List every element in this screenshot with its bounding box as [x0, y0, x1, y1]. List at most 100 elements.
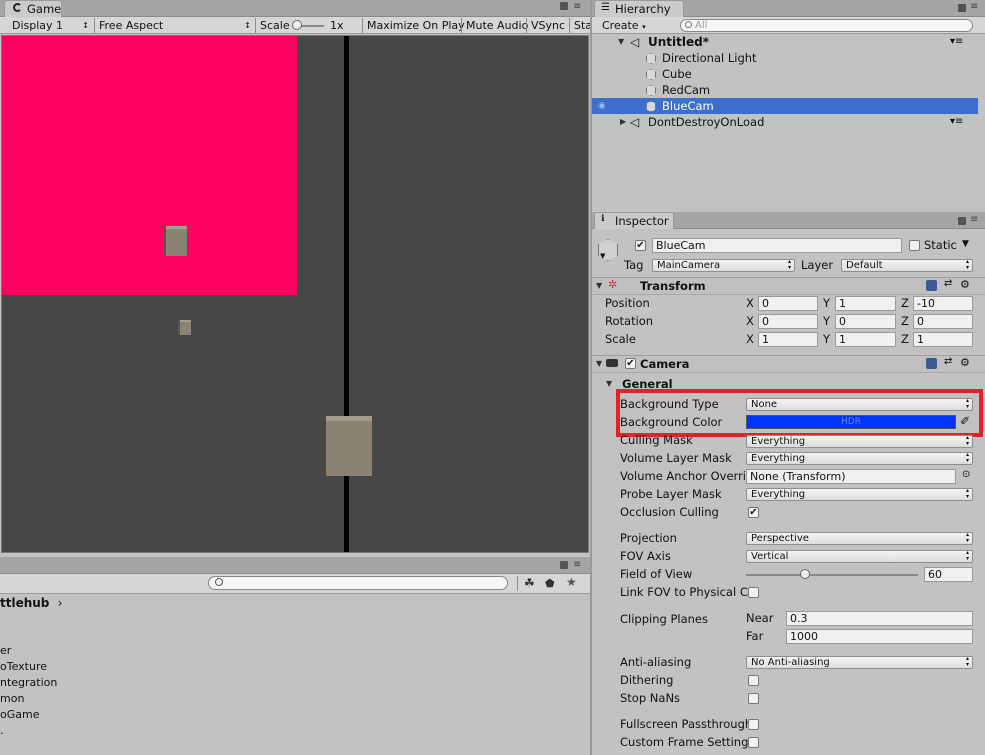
scale-x-field[interactable]: 1 [758, 332, 818, 347]
icon-dropdown-arrow[interactable]: ▼ [600, 252, 605, 260]
volume-anchor-field[interactable]: None (Transform) [746, 469, 956, 484]
tag-dropdown[interactable]: MainCamera [652, 259, 795, 272]
game-toolbar: Display 1 ↕ Free Aspect ↕ Scale 1x Maximiz… [0, 17, 590, 34]
axis-x-label: X [746, 296, 754, 310]
hierarchy-item-cube[interactable]: Cube [592, 66, 985, 82]
project-search-input[interactable] [208, 576, 508, 590]
visibility-eye-icon[interactable]: ◉ [598, 98, 606, 114]
help-icon[interactable] [926, 280, 937, 291]
fullscreen-passthrough-checkbox[interactable] [748, 719, 759, 730]
position-x-field[interactable]: 0 [758, 296, 818, 311]
volume-layer-mask-dropdown[interactable]: Everything [746, 452, 973, 465]
create-dropdown[interactable]: Create ▾ [598, 17, 646, 34]
position-z-field[interactable]: -10 [913, 296, 973, 311]
anti-aliasing-dropdown[interactable]: No Anti-aliasing [746, 656, 973, 669]
dont-destroy-menu-icon[interactable]: ▾≡ [950, 114, 963, 130]
projection-dropdown[interactable]: Perspective [746, 532, 973, 545]
dont-destroy-row[interactable]: ▶ ◁ DontDestroyOnLoad ▾≡ [592, 114, 985, 130]
mute-audio-button[interactable]: Mute Audio [462, 17, 528, 34]
fov-value-field[interactable]: 60 [924, 567, 973, 582]
tab-inspector[interactable]: ℹ Inspector [594, 212, 674, 229]
aspect-dropdown[interactable]: Free Aspect ↕ [95, 17, 255, 34]
filter-label-icon[interactable]: ⬟ [545, 577, 555, 590]
scale-slider-thumb[interactable] [292, 20, 302, 30]
tab-game[interactable]: Game [4, 0, 62, 17]
expand-arrow-icon[interactable]: ▼ [618, 34, 624, 50]
project-context-menu-icon[interactable]: ≡ [573, 559, 581, 570]
preset-icon[interactable]: ⇄ [944, 278, 952, 289]
link-fov-checkbox[interactable] [748, 587, 759, 598]
project-item[interactable]: oGame [0, 707, 39, 723]
project-item[interactable]: ntegration [0, 675, 57, 691]
stop-nans-checkbox[interactable] [748, 693, 759, 704]
axis-y-label: Y [823, 332, 831, 346]
component-settings-icon[interactable]: ⚙ [960, 356, 970, 369]
axis-z-label: Z [901, 332, 909, 346]
component-settings-icon[interactable]: ⚙ [960, 278, 970, 291]
scale-z-field[interactable]: 1 [913, 332, 973, 347]
expand-arrow-icon[interactable]: ▼ [596, 281, 602, 290]
object-name-field[interactable]: BlueCam [652, 238, 902, 253]
game-viewport[interactable] [1, 35, 589, 553]
object-picker-icon[interactable]: ⊙ [962, 469, 970, 480]
project-breadcrumb[interactable]: ttlehub › [0, 595, 62, 612]
favorite-star-icon[interactable]: ★ [566, 575, 577, 589]
scale-y-field[interactable]: 1 [835, 332, 896, 347]
clipping-planes-label: Clipping Planes [620, 612, 708, 626]
game-lock-icon[interactable] [560, 2, 568, 10]
position-y-field[interactable]: 1 [835, 296, 896, 311]
project-item[interactable]: oTexture [0, 659, 47, 675]
hierarchy-search-input[interactable]: All [680, 19, 973, 32]
stats-button[interactable]: Stats [570, 17, 590, 34]
occlusion-culling-label: Occlusion Culling [620, 505, 719, 519]
camera-header[interactable]: ▼ ✔ Camera ⇄ ⚙ [592, 355, 985, 373]
hierarchy-item-redcam[interactable]: RedCam [592, 82, 985, 98]
fov-slider-thumb[interactable] [800, 569, 810, 579]
project-lock-icon[interactable] [560, 561, 568, 569]
gameobject-icon [646, 101, 656, 112]
custom-frame-settings-checkbox[interactable] [748, 737, 759, 748]
rotation-z-field[interactable]: 0 [913, 314, 973, 329]
expand-arrow-icon[interactable]: ▼ [596, 359, 602, 368]
display-label: Display 1 [12, 19, 64, 32]
help-icon[interactable] [926, 358, 937, 369]
project-item[interactable]: . [0, 723, 4, 739]
static-dropdown-icon[interactable]: ▼ [962, 239, 969, 249]
fov-slider-track[interactable] [746, 574, 918, 576]
hierarchy-item-directional-light[interactable]: Directional Light [592, 50, 985, 66]
transform-header[interactable]: ▼ ✲ Transform ⇄ ⚙ [592, 277, 985, 295]
preset-icon[interactable]: ⇄ [944, 356, 952, 367]
game-tab-icon [13, 3, 22, 12]
scene-menu-icon[interactable]: ▾≡ [950, 34, 963, 50]
hierarchy-context-menu-icon[interactable]: ≡ [970, 1, 978, 12]
far-field[interactable]: 1000 [786, 629, 973, 644]
static-checkbox[interactable] [909, 240, 920, 251]
rotation-x-field[interactable]: 0 [758, 314, 818, 329]
near-label: Near [746, 611, 774, 625]
filter-type-icon[interactable]: ☘ [524, 576, 535, 590]
near-field[interactable]: 0.3 [786, 611, 973, 626]
fov-axis-dropdown[interactable]: Vertical [746, 550, 973, 563]
rotation-y-field[interactable]: 0 [835, 314, 896, 329]
culling-mask-dropdown[interactable]: Everything [746, 435, 973, 448]
scene-row[interactable]: ▼ ◁ Untitled* ▾≡ [592, 34, 985, 50]
camera-enabled-checkbox[interactable]: ✔ [625, 358, 636, 369]
project-item[interactable]: mon [0, 691, 24, 707]
vsync-button[interactable]: VSync [527, 17, 565, 34]
game-context-menu-icon[interactable]: ≡ [573, 1, 581, 12]
dithering-checkbox[interactable] [748, 675, 759, 686]
hierarchy-lock-icon[interactable] [958, 4, 966, 12]
layer-dropdown[interactable]: Default [841, 259, 973, 272]
active-checkbox[interactable]: ✔ [635, 240, 646, 251]
volume-anchor-label: Volume Anchor Overri [620, 469, 746, 483]
project-item[interactable]: er [0, 643, 11, 659]
occlusion-culling-checkbox[interactable]: ✔ [748, 507, 759, 518]
hierarchy-item-bluecam[interactable]: ◉ BlueCam [592, 98, 978, 114]
display-dropdown[interactable]: Display 1 ↕ [8, 17, 93, 34]
collapsed-arrow-icon[interactable]: ▶ [620, 114, 626, 130]
maximize-on-play-button[interactable]: Maximize On Play [363, 17, 465, 34]
probe-layer-mask-dropdown[interactable]: Everything [746, 488, 973, 501]
tab-hierarchy[interactable]: ☰ Hierarchy [594, 0, 684, 17]
inspector-context-menu-icon[interactable]: ≡ [970, 214, 978, 225]
inspector-lock-icon[interactable] [958, 217, 966, 225]
